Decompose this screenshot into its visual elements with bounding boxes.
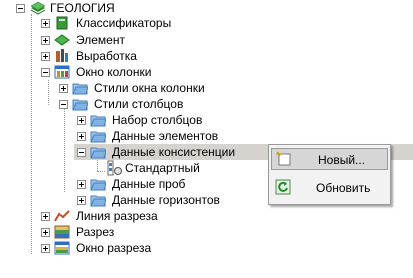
tree-item-label: Данные проб — [112, 177, 186, 191]
expand-toggle[interactable] — [77, 196, 86, 205]
tree-item-label: Разрез — [76, 225, 115, 239]
collapse-toggle[interactable] — [41, 68, 50, 77]
context-menu: Новый... Обновить — [268, 144, 391, 205]
tree-root-label: ГЕОЛОГИЯ — [50, 1, 115, 15]
menu-item-label: Новый... — [318, 153, 366, 167]
tree-item-section-line[interactable]: Линия разреза — [38, 208, 168, 224]
tree-item-sample-data[interactable]: Данные проб — [74, 176, 194, 192]
folder-icon — [90, 112, 107, 128]
new-item-icon — [276, 151, 292, 167]
tree-connector — [31, 14, 32, 254]
expand-toggle[interactable] — [41, 19, 50, 28]
tree-item-section[interactable]: Разрез — [38, 224, 138, 240]
project-tree: ГЕОЛОГИЯ Классификаторы Элемент Выработк… — [0, 0, 413, 278]
tree-item-label: Данные консистенции — [112, 145, 236, 159]
tree-item-label: Стандартный — [125, 161, 200, 175]
tree-item-section-window[interactable]: Окно разреза — [38, 240, 158, 256]
expand-toggle[interactable] — [77, 132, 86, 141]
book-icon — [54, 15, 70, 31]
collapse-toggle[interactable] — [16, 4, 25, 13]
tree-item-column-set[interactable]: Набор столбцов — [74, 112, 202, 128]
menu-item-label: Обновить — [316, 181, 371, 195]
tree-item-label: Классификаторы — [76, 16, 172, 30]
tree-item-column-window-styles[interactable]: Стили окна колонки — [56, 80, 205, 96]
tree-item-horizon-data[interactable]: Данные горизонтов — [74, 192, 224, 208]
geology-layers-icon — [30, 0, 46, 16]
tree-item-label: Данные элементов — [112, 129, 219, 143]
drill-rig-icon — [54, 48, 70, 64]
expand-toggle[interactable] — [59, 84, 68, 93]
folder-icon — [90, 128, 107, 144]
expand-toggle[interactable] — [41, 52, 50, 61]
tree-root[interactable]: ГЕОЛОГИЯ — [8, 0, 128, 16]
folder-icon — [72, 96, 89, 112]
menu-item-new[interactable]: Новый... — [271, 148, 388, 170]
style-item-icon — [106, 160, 122, 176]
expand-toggle[interactable] — [77, 116, 86, 125]
tree-item-label: Линия разреза — [76, 209, 158, 223]
tree-item-label: Данные горизонтов — [112, 193, 220, 207]
folder-icon — [90, 176, 107, 192]
expand-toggle[interactable] — [77, 180, 86, 189]
section-icon — [54, 224, 70, 240]
tree-item-label: Стили окна колонки — [94, 81, 205, 95]
tree-item-label: Стили столбцов — [94, 97, 184, 111]
tree-connector — [97, 171, 105, 172]
tree-item-label: Окно разреза — [76, 241, 152, 255]
folder-icon — [72, 80, 89, 96]
tree-item-workings[interactable]: Выработка — [38, 48, 138, 64]
collapse-toggle[interactable] — [77, 148, 86, 157]
section-line-icon — [54, 208, 70, 224]
tree-item-label: Выработка — [76, 49, 137, 63]
tree-item-standard[interactable]: Стандартный — [106, 160, 216, 176]
tree-item-classifiers[interactable]: Классификаторы — [38, 15, 171, 31]
expand-toggle[interactable] — [41, 228, 50, 237]
tree-item-element[interactable]: Элемент — [38, 32, 128, 48]
column-window-icon — [54, 64, 70, 80]
section-window-icon — [54, 240, 70, 256]
collapse-toggle[interactable] — [59, 100, 68, 109]
diamond-icon — [54, 32, 70, 48]
folder-icon — [90, 192, 107, 208]
tree-item-column-styles[interactable]: Стили столбцов — [56, 96, 186, 112]
expand-toggle[interactable] — [41, 36, 50, 45]
tree-connector — [48, 80, 49, 105]
expand-toggle[interactable] — [41, 212, 50, 221]
expand-toggle[interactable] — [41, 244, 50, 253]
tree-item-label: Окно колонки — [76, 65, 152, 79]
tree-item-label: Элемент — [76, 33, 125, 47]
refresh-icon — [275, 179, 291, 195]
tree-item-column-window[interactable]: Окно колонки — [38, 64, 158, 80]
folder-icon — [90, 144, 107, 160]
tree-item-label: Набор столбцов — [112, 113, 203, 127]
tree-connector — [64, 104, 65, 192]
tree-item-element-data[interactable]: Данные элементов — [74, 128, 224, 144]
menu-item-refresh[interactable]: Обновить — [271, 177, 388, 199]
